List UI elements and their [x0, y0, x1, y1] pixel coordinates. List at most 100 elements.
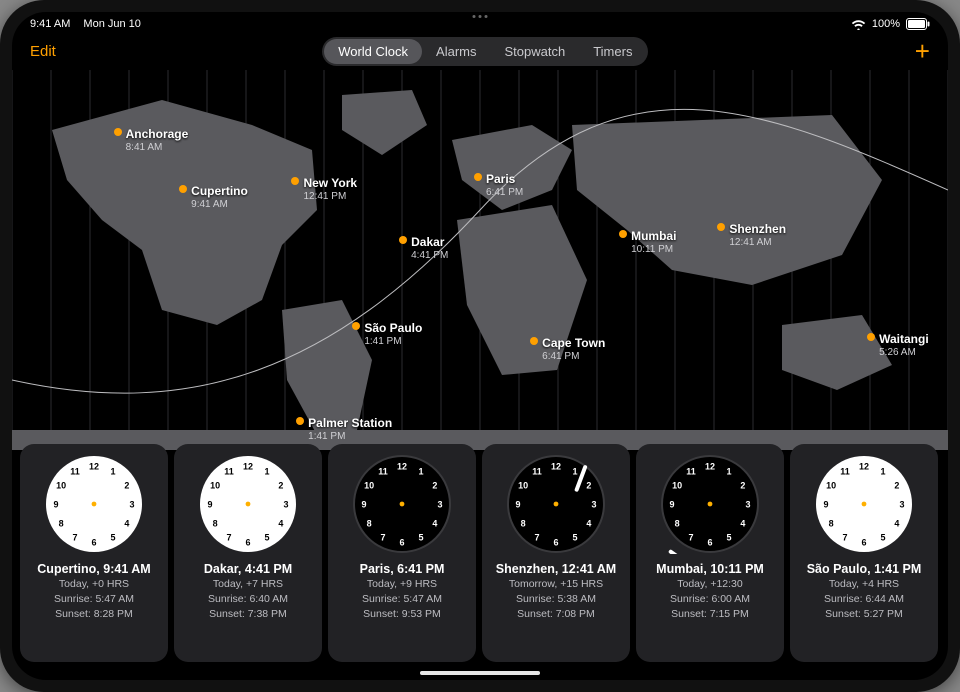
pin-time: 4:41 PM — [411, 250, 448, 261]
pin-dot-icon — [114, 128, 122, 136]
status-time: 9:41 AM — [30, 18, 70, 30]
svg-text:6: 6 — [861, 537, 866, 547]
svg-text:2: 2 — [432, 480, 437, 490]
tab-world-clock[interactable]: World Clock — [324, 39, 422, 64]
pin-dot-icon — [179, 185, 187, 193]
clock-title: São Paulo, 1:41 PM — [807, 562, 922, 576]
multitask-grabber[interactable] — [473, 15, 488, 18]
svg-text:9: 9 — [207, 499, 212, 509]
pin-city: Palmer Station — [308, 416, 392, 430]
clock-sunset: Sunset: 8:28 PM — [55, 608, 133, 621]
clock-card-shenzhen[interactable]: 123456789101112 Shenzhen, 12:41 AM Tomor… — [482, 444, 630, 662]
pin-time: 6:41 PM — [486, 187, 523, 198]
map-pin-shenzhen[interactable]: Shenzhen12:41 AM — [717, 220, 786, 248]
svg-text:5: 5 — [572, 532, 577, 542]
svg-text:10: 10 — [826, 480, 836, 490]
svg-text:4: 4 — [278, 518, 283, 528]
status-date: Mon Jun 10 — [83, 18, 140, 30]
svg-text:9: 9 — [823, 499, 828, 509]
pin-time: 12:41 PM — [303, 191, 357, 202]
tab-timers[interactable]: Timers — [579, 39, 646, 64]
battery-icon — [906, 18, 930, 30]
clock-sunset: Sunset: 9:53 PM — [363, 608, 441, 621]
svg-text:5: 5 — [726, 532, 731, 542]
clock-card-s-o-paulo[interactable]: 123456789101112 São Paulo, 1:41 PM Today… — [790, 444, 938, 662]
svg-text:11: 11 — [686, 466, 696, 476]
home-indicator[interactable] — [420, 671, 540, 675]
clock-title: Dakar, 4:41 PM — [204, 562, 292, 576]
clock-title: Paris, 6:41 PM — [360, 562, 445, 576]
map-pin-cupertino[interactable]: Cupertino9:41 AM — [179, 182, 248, 210]
nav-bar: Edit World ClockAlarmsStopwatchTimers + — [12, 34, 948, 70]
add-city-button[interactable]: + — [915, 41, 930, 61]
svg-text:9: 9 — [53, 499, 58, 509]
svg-text:11: 11 — [378, 466, 388, 476]
analog-clock: 123456789101112 — [506, 454, 606, 554]
clock-sunrise: Sunrise: 6:00 AM — [670, 593, 750, 606]
pin-dot-icon — [619, 230, 627, 238]
svg-text:8: 8 — [213, 518, 218, 528]
clock-title: Mumbai, 10:11 PM — [656, 562, 764, 576]
svg-text:9: 9 — [515, 499, 520, 509]
pin-dot-icon — [352, 322, 360, 330]
svg-text:6: 6 — [399, 537, 404, 547]
clock-card-cupertino[interactable]: 123456789101112 Cupertino, 9:41 AM Today… — [20, 444, 168, 662]
pin-dot-icon — [867, 333, 875, 341]
mode-segmented-control[interactable]: World ClockAlarmsStopwatchTimers — [322, 37, 648, 66]
clock-offset: Tomorrow, +15 HRS — [509, 578, 603, 591]
clock-card-paris[interactable]: 123456789101112 Paris, 6:41 PM Today, +9… — [328, 444, 476, 662]
svg-text:3: 3 — [591, 499, 596, 509]
map-pin-anchorage[interactable]: Anchorage8:41 AM — [114, 125, 189, 153]
svg-text:1: 1 — [264, 466, 269, 476]
world-map[interactable]: Anchorage8:41 AM Cupertino9:41 AM New York… — [12, 70, 948, 450]
clock-sunset: Sunset: 7:38 PM — [209, 608, 287, 621]
clock-sunset: Sunset: 7:15 PM — [671, 608, 749, 621]
map-pin-waitangi[interactable]: Waitangi5:26 AM — [867, 330, 929, 358]
pin-dot-icon — [474, 173, 482, 181]
svg-text:6: 6 — [553, 537, 558, 547]
svg-text:3: 3 — [899, 499, 904, 509]
svg-text:9: 9 — [361, 499, 366, 509]
svg-text:7: 7 — [380, 532, 385, 542]
svg-text:8: 8 — [59, 518, 64, 528]
svg-text:11: 11 — [224, 466, 234, 476]
clock-sunrise: Sunrise: 6:44 AM — [824, 593, 904, 606]
svg-text:11: 11 — [532, 466, 542, 476]
svg-text:1: 1 — [880, 466, 885, 476]
clock-offset: Today, +12:30 — [677, 578, 742, 591]
map-pin-dakar[interactable]: Dakar4:41 PM — [399, 233, 448, 261]
tab-alarms[interactable]: Alarms — [422, 39, 490, 64]
pin-dot-icon — [296, 417, 304, 425]
svg-text:5: 5 — [418, 532, 423, 542]
map-pin-s-o-paulo[interactable]: São Paulo1:41 PM — [352, 319, 422, 347]
battery-percent: 100% — [872, 18, 900, 30]
svg-text:12: 12 — [89, 461, 99, 471]
pin-city: Dakar — [411, 235, 444, 249]
clock-offset: Today, +9 HRS — [367, 578, 437, 591]
svg-text:10: 10 — [518, 480, 528, 490]
pin-city: New York — [303, 176, 357, 190]
svg-text:5: 5 — [110, 532, 115, 542]
clock-card-mumbai[interactable]: 123456789101112 Mumbai, 10:11 PM Today, … — [636, 444, 784, 662]
edit-button[interactable]: Edit — [30, 43, 56, 60]
map-pin-paris[interactable]: Paris6:41 PM — [474, 170, 523, 198]
tab-stopwatch[interactable]: Stopwatch — [491, 39, 580, 64]
svg-text:10: 10 — [364, 480, 374, 490]
svg-text:11: 11 — [70, 466, 80, 476]
map-pin-mumbai[interactable]: Mumbai10:11 PM — [619, 227, 676, 255]
svg-text:2: 2 — [278, 480, 283, 490]
svg-text:9: 9 — [669, 499, 674, 509]
clock-card-dakar[interactable]: 123456789101112 Dakar, 4:41 PM Today, +7… — [174, 444, 322, 662]
svg-text:5: 5 — [880, 532, 885, 542]
map-pin-palmer-station[interactable]: Palmer Station1:41 PM — [296, 414, 392, 442]
screen: 9:41 AM Mon Jun 10 100% Edit World Clock… — [12, 12, 948, 680]
clock-sunset: Sunset: 5:27 PM — [825, 608, 903, 621]
pin-dot-icon — [717, 223, 725, 231]
map-pin-new-york[interactable]: New York12:41 PM — [291, 174, 357, 202]
map-pin-cape-town[interactable]: Cape Town6:41 PM — [530, 334, 605, 362]
svg-text:2: 2 — [740, 480, 745, 490]
clock-title: Cupertino, 9:41 AM — [37, 562, 150, 576]
clock-sunset: Sunset: 7:08 PM — [517, 608, 595, 621]
city-clock-strip[interactable]: 123456789101112 Cupertino, 9:41 AM Today… — [20, 444, 940, 662]
svg-text:7: 7 — [842, 532, 847, 542]
